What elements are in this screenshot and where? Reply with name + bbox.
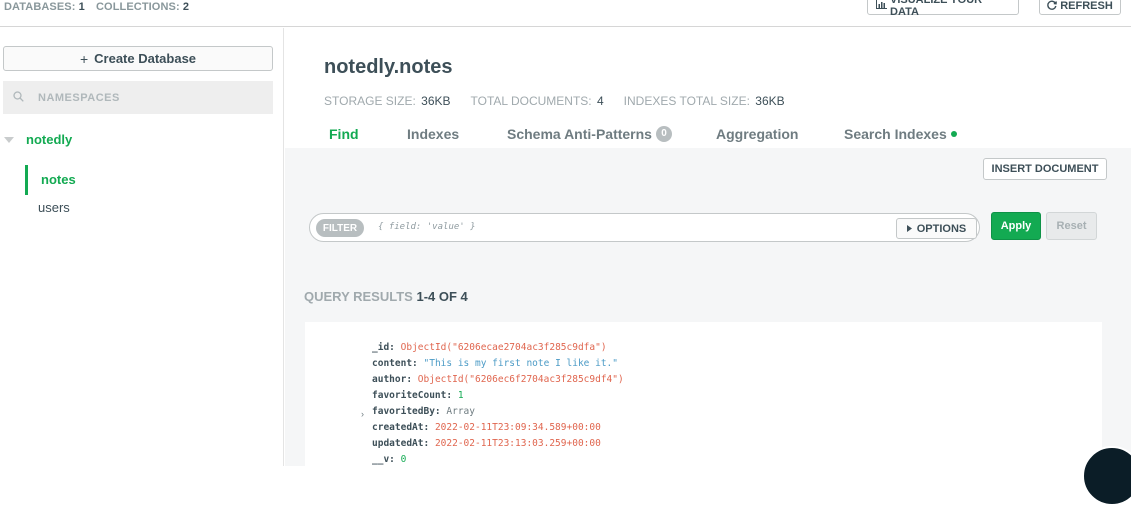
field-value: "This is my first note I like it." xyxy=(423,358,618,369)
sidebar-collection-users[interactable]: users xyxy=(38,200,70,215)
bar-chart-icon xyxy=(876,0,887,12)
field-value: 1 xyxy=(457,390,464,401)
tab-schema-anti-patterns-label: Schema Anti-Patterns xyxy=(507,126,652,142)
document-card[interactable]: _id: ObjectId("6206ecae2704ac3f285c9dfa"… xyxy=(305,322,1102,466)
field-key: createdAt xyxy=(372,422,424,433)
storage-size-label: STORAGE SIZE: xyxy=(324,94,416,108)
sidebar: + Create Database NAMESPACES notedly not… xyxy=(0,28,284,466)
doc-field-version: __v: 0 xyxy=(372,454,407,465)
doc-field-author: author: ObjectId("6206ec6f2704ac3f285c9d… xyxy=(372,374,624,385)
namespace-search-placeholder: NAMESPACES xyxy=(38,91,120,104)
field-value: ObjectId("6206ecae2704ac3f285c9dfa") xyxy=(400,342,607,353)
doc-field-id: _id: ObjectId("6206ecae2704ac3f285c9dfa"… xyxy=(372,342,607,353)
storage-size-value: 36KB xyxy=(421,94,451,108)
sidebar-database-notedly[interactable]: notedly xyxy=(4,132,72,147)
field-key: favoriteCount xyxy=(372,390,447,401)
field-key: favoritedBy xyxy=(372,406,435,417)
options-label: OPTIONS xyxy=(916,222,967,235)
doc-field-favorited-by: favoritedBy: Array xyxy=(372,406,475,417)
filter-input[interactable]: { field: 'value' } xyxy=(378,222,476,232)
search-icon xyxy=(13,89,24,107)
schema-count-badge: 0 xyxy=(655,126,672,142)
doc-field-content: content: "This is my first note I like i… xyxy=(372,358,618,369)
main-panel: notedly.notes STORAGE SIZE: 36KB TOTAL D… xyxy=(285,28,1131,466)
options-button[interactable]: OPTIONS xyxy=(896,218,977,239)
databases-count: 1 xyxy=(78,1,85,13)
doc-field-favorite-count: favoriteCount: 1 xyxy=(372,390,464,401)
field-key: content xyxy=(372,358,413,369)
storage-size-stat: STORAGE SIZE: 36KB xyxy=(324,94,451,108)
expand-chevron-icon[interactable]: › xyxy=(361,409,364,419)
namespace-search[interactable]: NAMESPACES xyxy=(3,81,273,114)
doc-field-created-at: createdAt: 2022-02-11T23:09:34.589+00:00 xyxy=(372,422,601,433)
field-value: ObjectId("6206ec6f2704ac3f285c9df4") xyxy=(417,374,624,385)
tab-search-indexes-label: Search Indexes xyxy=(844,126,947,142)
reset-button[interactable]: Reset xyxy=(1046,212,1097,240)
collections-label: COLLECTIONS: xyxy=(96,1,180,13)
field-value: 2022-02-11T23:13:03.259+00:00 xyxy=(434,438,601,449)
database-name: notedly xyxy=(26,132,73,147)
refresh-label: REFRESH xyxy=(1060,0,1113,12)
page-title: notedly.notes xyxy=(324,56,453,78)
filter-bar: FILTER { field: 'value' } OPTIONS xyxy=(309,213,980,242)
tab-search-indexes[interactable]: Search Indexes xyxy=(844,126,957,142)
tab-aggregation[interactable]: Aggregation xyxy=(716,126,798,142)
top-bar: DATABASES: 1 COLLECTIONS: 2 VISUALIZE YO… xyxy=(0,0,1131,27)
collections-count: 2 xyxy=(182,1,190,13)
refresh-button[interactable]: REFRESH xyxy=(1039,0,1121,15)
visualize-data-button[interactable]: VISUALIZE YOUR DATA xyxy=(867,0,1019,18)
visualize-data-label: VISUALIZE YOUR DATA xyxy=(890,0,983,18)
field-key: updatedAt xyxy=(372,438,424,449)
query-results-label: QUERY RESULTS xyxy=(304,289,413,304)
caret-down-icon[interactable] xyxy=(4,136,14,143)
field-key: __v xyxy=(372,454,390,465)
field-key: author xyxy=(372,374,407,385)
total-documents-label: TOTAL DOCUMENTS: xyxy=(470,94,592,108)
field-value: 2022-02-11T23:09:34.589+00:00 xyxy=(434,422,601,433)
doc-field-updated-at: updatedAt: 2022-02-11T23:13:03.259+00:00 xyxy=(372,438,601,449)
caret-right-icon xyxy=(906,223,912,235)
create-database-button[interactable]: + Create Database xyxy=(3,46,273,71)
indexes-size-label: INDEXES TOTAL SIZE: xyxy=(623,94,750,108)
refresh-icon xyxy=(1047,0,1058,13)
create-database-label: Create Database xyxy=(94,51,197,66)
total-documents-value: 4 xyxy=(596,94,604,108)
field-key: _id xyxy=(372,342,390,353)
tab-indexes[interactable]: Indexes xyxy=(407,126,459,142)
plus-icon: + xyxy=(79,50,89,67)
filter-pill: FILTER xyxy=(316,219,364,237)
field-value: 0 xyxy=(400,454,407,465)
collection-stats: STORAGE SIZE: 36KB TOTAL DOCUMENTS: 4 IN… xyxy=(324,94,785,108)
tab-schema-anti-patterns[interactable]: Schema Anti-Patterns 0 xyxy=(507,126,672,142)
help-chat-button[interactable] xyxy=(1082,446,1131,506)
databases-label: DATABASES: xyxy=(4,1,76,13)
find-workspace: INSERT DOCUMENT FILTER { field: 'value' … xyxy=(285,148,1131,466)
field-value: Array xyxy=(446,406,475,417)
query-results-range: 1-4 OF 4 xyxy=(416,289,468,304)
query-results-header: QUERY RESULTS 1-4 OF 4 xyxy=(304,289,468,304)
indexes-size-value: 36KB xyxy=(755,94,785,108)
apply-button[interactable]: Apply xyxy=(991,212,1041,240)
instance-stats: DATABASES: 1 COLLECTIONS: 2 xyxy=(4,1,197,13)
insert-document-button[interactable]: INSERT DOCUMENT xyxy=(983,158,1107,180)
tab-find[interactable]: Find xyxy=(329,126,359,142)
sidebar-collection-notes[interactable]: notes xyxy=(25,165,76,195)
status-dot-icon xyxy=(950,131,957,137)
total-documents-stat: TOTAL DOCUMENTS: 4 xyxy=(471,94,604,108)
indexes-size-stat: INDEXES TOTAL SIZE: 36KB xyxy=(624,94,785,108)
